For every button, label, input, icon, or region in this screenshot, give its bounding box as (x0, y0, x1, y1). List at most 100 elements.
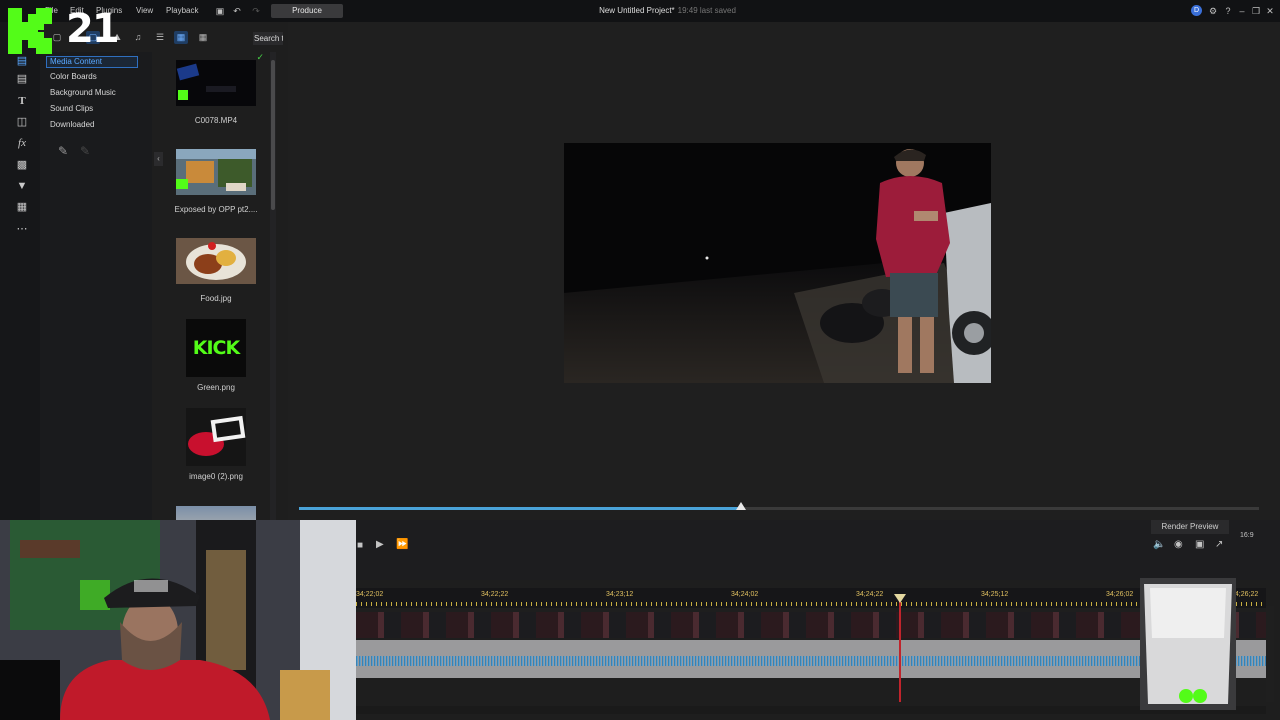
particle-room-icon[interactable]: ▼ (14, 179, 30, 193)
timeline-toolbar (356, 520, 1280, 580)
timecode-label: 34;25;12 (981, 591, 1009, 598)
preview-scrubber[interactable] (299, 502, 1259, 510)
used-checkmark-icon: ✓ (256, 52, 264, 62)
effects-room-icon[interactable]: ▤ (14, 72, 30, 86)
media-room-icon[interactable]: ▤ (14, 54, 30, 68)
video-track-clip[interactable] (356, 612, 1266, 638)
tree-item-media-content[interactable]: Media Content (46, 56, 138, 68)
media-label: Green.png (197, 383, 235, 392)
menu-view[interactable]: View (136, 6, 153, 15)
help-icon[interactable]: ? (1222, 5, 1234, 17)
preview-video-frame[interactable] (564, 143, 991, 383)
fullscreen-icon[interactable]: ▣ (1195, 539, 1204, 550)
more-icon[interactable]: ⋯ (14, 222, 30, 236)
audio-waveform (356, 656, 1266, 666)
media-item[interactable]: image0 (2).png (166, 408, 266, 492)
title-room-icon[interactable]: T (14, 94, 30, 108)
media-thumbnail (176, 238, 256, 284)
project-name: New Untitled Project* (599, 6, 675, 15)
produce-button[interactable]: Produce (271, 4, 343, 18)
menu-playback[interactable]: Playback (166, 6, 198, 15)
media-label: C0078.MP4 (194, 116, 238, 125)
transition-room-icon[interactable]: ◫ (14, 115, 30, 129)
library-scroll-thumb[interactable] (271, 60, 275, 210)
tree-item-downloaded[interactable]: Downloaded (50, 120, 94, 129)
restore-icon[interactable]: ❐ (1250, 5, 1262, 17)
collapse-panel-chevron-icon[interactable]: ‹ (154, 152, 163, 166)
aspect-ratio-dropdown[interactable]: 16:9 (1240, 532, 1254, 539)
media-label: Food.jpg (200, 294, 232, 303)
timeline-horizontal-scrollbar[interactable] (356, 706, 1266, 714)
grid-view-icon[interactable]: ▦ (174, 31, 188, 44)
overlay-counter: 21 (66, 6, 120, 52)
media-label: Exposed by OPP pt2.... (174, 205, 258, 214)
glass-image (1140, 578, 1236, 710)
render-preview-button[interactable]: Render Preview (1151, 520, 1229, 534)
undo-icon[interactable]: ↶ (231, 5, 243, 17)
ruler-ticks (356, 602, 1266, 606)
project-title: New Untitled Project* 19:49 last saved (560, 6, 775, 15)
minimize-icon[interactable]: – (1236, 5, 1248, 17)
import-icon[interactable]: ▢ (50, 31, 64, 44)
media-thumbnail (176, 60, 256, 106)
media-thumbnail (176, 149, 256, 195)
timeline-playhead[interactable] (899, 596, 901, 702)
large-grid-icon[interactable]: ▦ (196, 31, 210, 44)
video-thumbnail-image (176, 60, 256, 106)
media-item[interactable] (166, 498, 266, 520)
timecode-label: 34;22;22 (481, 591, 509, 598)
save-icon[interactable]: ▣ (214, 5, 226, 17)
library-scrollbar[interactable] (270, 52, 276, 520)
tree-item-background-music[interactable]: Background Music (50, 88, 116, 97)
undock-icon[interactable]: ↗ (1215, 539, 1223, 550)
image-thumbnail (186, 408, 246, 466)
playhead-handle[interactable] (894, 594, 906, 603)
glass-overlay-image (1140, 578, 1236, 710)
stop-icon[interactable]: ■ (357, 540, 363, 551)
pip-room-icon[interactable]: ▩ (14, 158, 30, 172)
settings-gear-icon[interactable]: ⚙ (1207, 5, 1219, 17)
menu-bar: File Edit Plugins View Playback ▣ ↶ ↷ Pr… (0, 0, 1280, 22)
audio-filter-icon[interactable]: ♫ (131, 31, 145, 44)
library-tree: Media Content Color Boards Background Mu… (40, 52, 152, 520)
subtitle-room-icon[interactable]: ▦ (14, 200, 30, 214)
tree-item-sound-clips[interactable]: Sound Clips (50, 104, 93, 113)
timecode-label: 34;23;12 (606, 591, 634, 598)
kick-logo-thumbnail: KICK (192, 337, 240, 359)
fx-room-icon[interactable]: fx (14, 136, 30, 150)
fast-forward-icon[interactable]: ⏩ (396, 539, 408, 550)
volume-icon[interactable]: 🔈 (1153, 539, 1165, 550)
media-library: ✓ C0078.MP4 Exposed by OPP pt2.... Food.… (166, 52, 266, 520)
scrubber-handle[interactable] (735, 502, 746, 510)
add-tag-icon[interactable]: ✎ (58, 144, 68, 158)
media-item[interactable]: KICK Green.png (166, 319, 266, 403)
food-thumbnail-image (176, 238, 256, 284)
timeline-vertical-scrollbar[interactable] (1266, 606, 1274, 702)
redo-icon[interactable]: ↷ (250, 5, 262, 17)
timecode-label: 34;24;02 (731, 591, 759, 598)
media-item[interactable]: Exposed by OPP pt2.... (166, 141, 266, 225)
library-search-input[interactable]: Search t (253, 32, 283, 45)
room-rail: ▤ ▤ T ◫ fx ▩ ▼ ▦ ⋯ (0, 22, 40, 520)
close-icon[interactable]: ✕ (1264, 5, 1276, 17)
audio-track-clip[interactable] (356, 640, 1266, 678)
timecode-label: 34;26;02 (1106, 591, 1134, 598)
next-frame-icon[interactable]: ▶ (376, 539, 384, 550)
webcam-overlay (0, 520, 356, 720)
media-thumbnail (176, 506, 256, 520)
media-thumbnail (186, 408, 246, 466)
list-view-icon[interactable]: ☰ (153, 31, 167, 44)
timeline-ruler[interactable]: 34;22;02 34;22;22 34;23;12 34;24;02 34;2… (356, 588, 1266, 608)
media-thumbnail: KICK (186, 319, 246, 377)
kick-logo (8, 8, 52, 54)
media-item[interactable]: ✓ C0078.MP4 (166, 52, 266, 136)
timecode-label: 34;24;22 (856, 591, 884, 598)
user-avatar-icon[interactable]: D (1191, 5, 1202, 16)
snapshot-camera-icon[interactable]: ◉ (1174, 539, 1183, 550)
video-thumbnail-image (176, 149, 256, 195)
webcam-image (0, 520, 356, 720)
kick-k-logo-icon (8, 8, 52, 54)
remove-tag-icon[interactable]: ✎ (80, 144, 90, 158)
tree-item-color-boards[interactable]: Color Boards (50, 72, 97, 81)
media-item[interactable]: Food.jpg (166, 230, 266, 314)
